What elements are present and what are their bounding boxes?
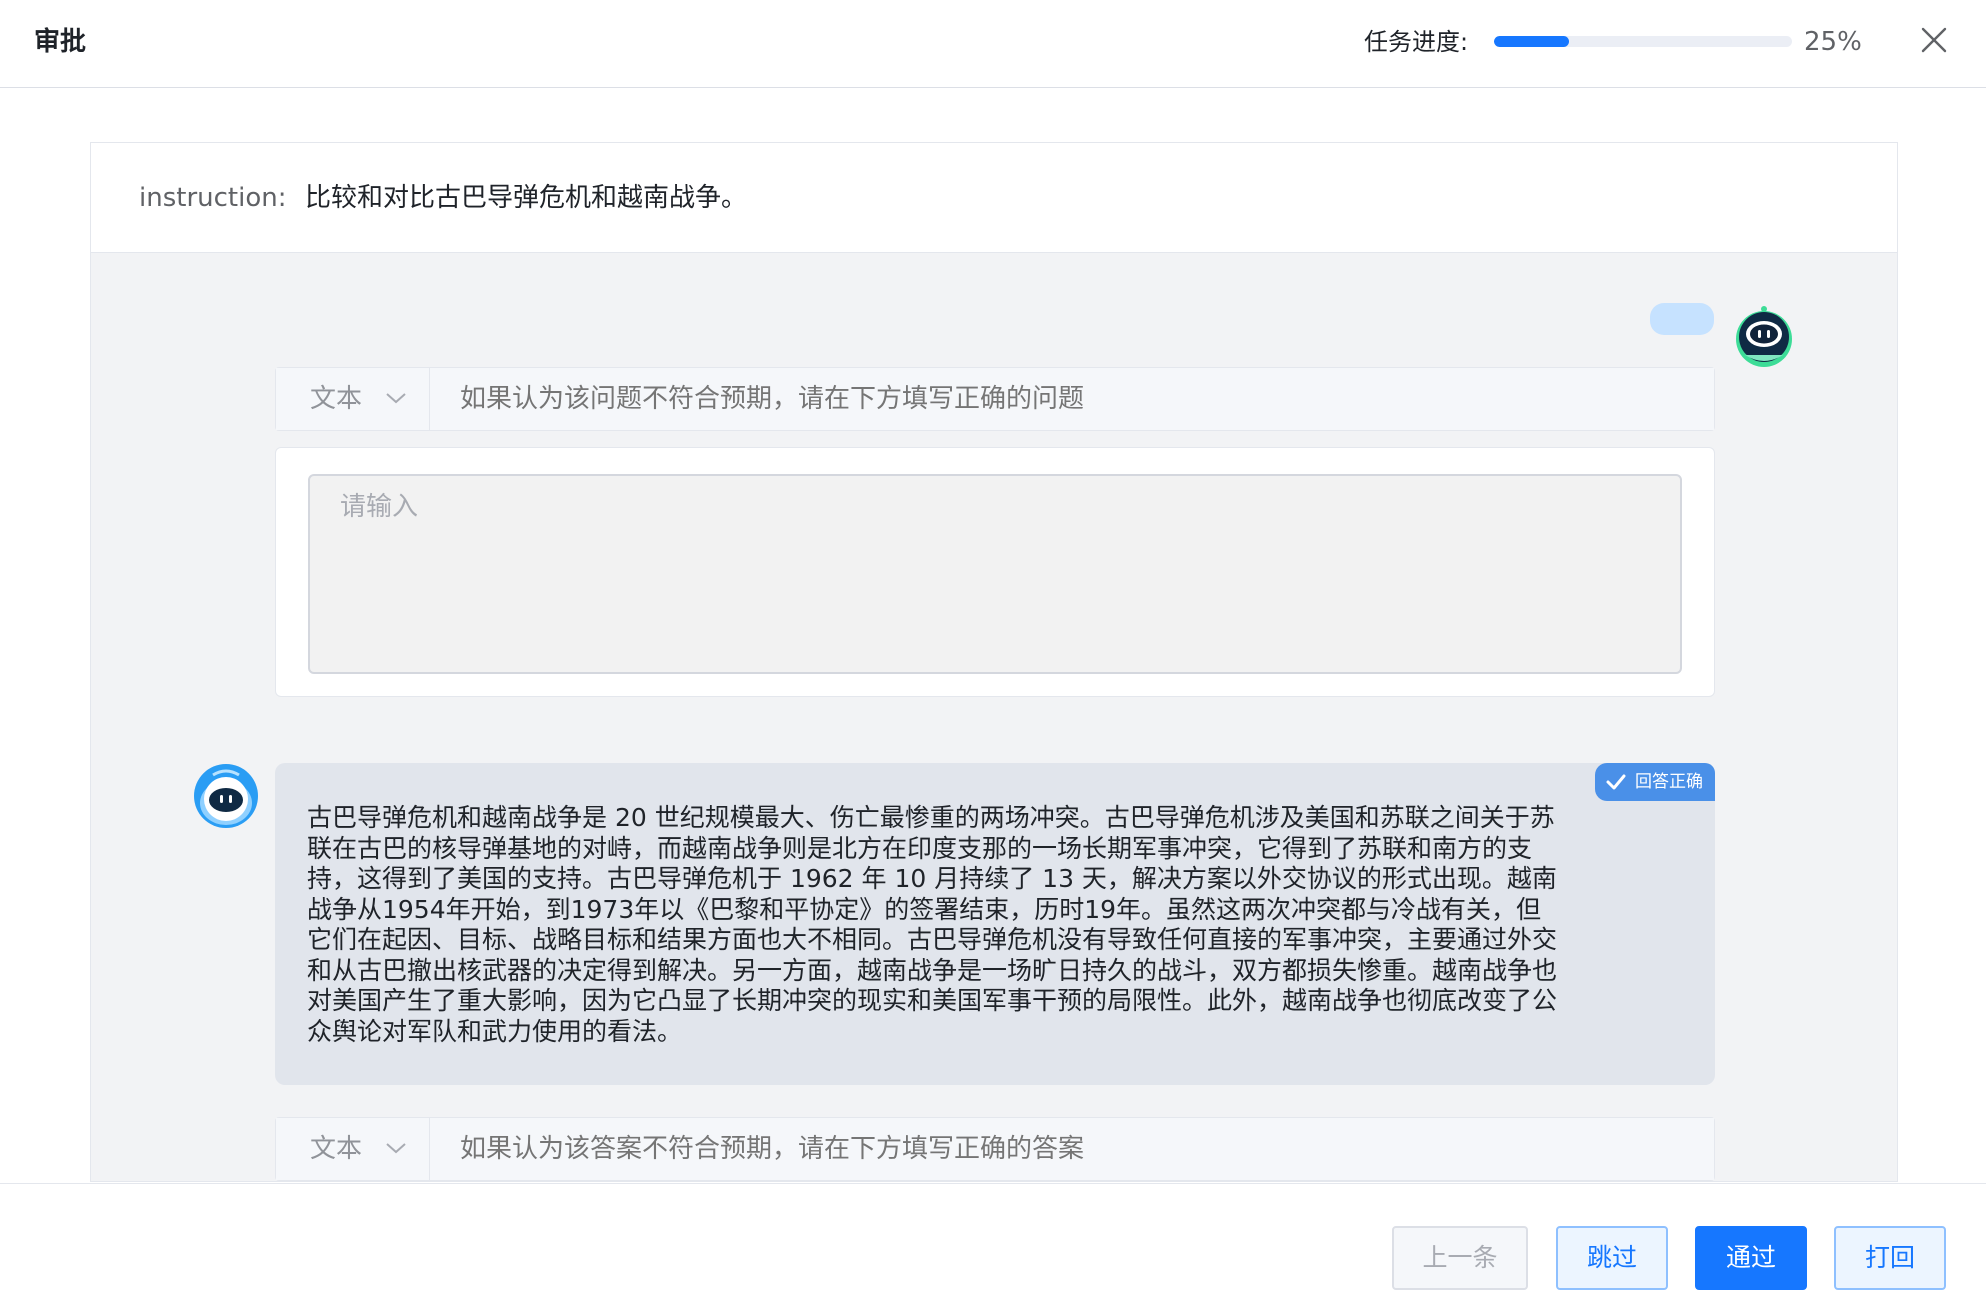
close-icon <box>1921 27 1947 53</box>
progress-bar <box>1494 36 1792 47</box>
answer-message: 回答正确 古巴导弹危机和越南战争是 20 世纪规模最大、伤亡最惨重的两场冲突。古… <box>275 763 1715 1085</box>
answer-type-select[interactable]: 文本 <box>276 1118 430 1180</box>
dialog-footer: 上一条 跳过 通过 打回 <box>0 1183 1986 1312</box>
robot-avatar-icon <box>1736 306 1792 367</box>
question-type-select[interactable]: 文本 <box>276 368 430 430</box>
progress-label: 任务进度: <box>1364 28 1469 56</box>
instruction-bar: instruction: 比较和对比古巴导弹危机和越南战争。 <box>91 143 1897 253</box>
progress-bar-fill <box>1494 36 1569 47</box>
question-correction-input[interactable] <box>430 368 1714 430</box>
question-input-wrapper <box>275 447 1715 697</box>
answer-correction-input[interactable] <box>430 1118 1714 1180</box>
progress-percent: 25% <box>1804 27 1862 57</box>
reject-button[interactable]: 打回 <box>1834 1226 1946 1290</box>
question-type-value: 文本 <box>310 384 363 414</box>
instruction-label: instruction: <box>139 183 287 213</box>
chevron-down-icon <box>386 1143 406 1154</box>
chevron-down-icon <box>386 393 406 404</box>
answer-badge-label: 回答正确 <box>1635 772 1703 792</box>
answer-type-value: 文本 <box>310 1134 363 1164</box>
answer-text: 古巴导弹危机和越南战争是 20 世纪规模最大、伤亡最惨重的两场冲突。古巴导弹危机… <box>307 803 1558 1046</box>
skip-button[interactable]: 跳过 <box>1556 1226 1668 1290</box>
conversation-card: instruction: 比较和对比古巴导弹危机和越南战争。 文本 如果认为该问… <box>90 142 1898 1182</box>
question-correction-row: 文本 <box>275 367 1715 431</box>
page-title: 审批 <box>34 27 87 57</box>
check-icon <box>1606 774 1626 790</box>
dialog-header: 审批 任务进度: 25% <box>0 0 1986 88</box>
robot-avatar-icon <box>194 764 258 828</box>
approve-button[interactable]: 通过 <box>1695 1226 1807 1290</box>
bot-avatar <box>193 763 259 829</box>
question-textarea[interactable] <box>308 474 1682 674</box>
user-message-bubble <box>1650 303 1714 335</box>
close-button[interactable] <box>1918 24 1950 56</box>
instruction-text: 比较和对比古巴导弹危机和越南战争。 <box>305 183 748 213</box>
previous-button[interactable]: 上一条 <box>1392 1226 1528 1290</box>
user-avatar <box>1731 303 1797 369</box>
answer-correction-row: 文本 <box>275 1117 1715 1181</box>
answer-correct-badge: 回答正确 <box>1595 763 1715 801</box>
